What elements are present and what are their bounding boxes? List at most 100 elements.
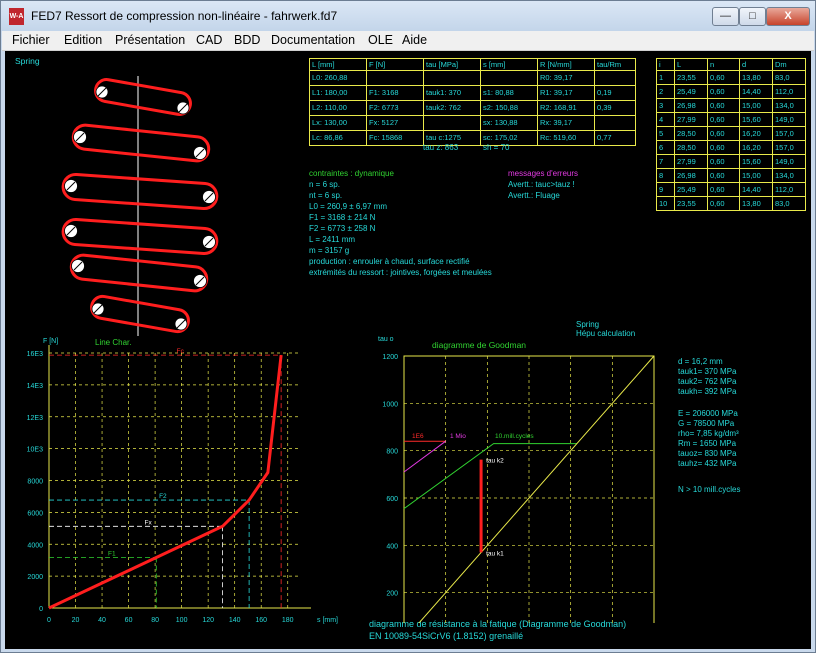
goodman-info-line: rho= 7,85 kg/dm³	[678, 429, 739, 438]
table-cell: 0,60	[707, 168, 740, 183]
y-tick-label: 0	[39, 606, 43, 613]
y-tick-label: 200	[386, 591, 398, 598]
table-cell: 2	[656, 84, 675, 99]
table-cell	[423, 115, 481, 131]
title-bar[interactable]: W-A FED7 Ressort de compression non-liné…	[1, 1, 815, 31]
header-r: R [N/mm]	[537, 58, 595, 71]
menu-presentation[interactable]: Présentation	[115, 33, 185, 47]
x-tick-label: 180	[282, 617, 294, 624]
header-f: F [N]	[366, 58, 424, 71]
goodman-info-line: taukh= 392 MPa	[678, 387, 737, 396]
table-cell	[423, 70, 481, 86]
menu-aide[interactable]: Aide	[402, 33, 427, 47]
info-line: extrémités du ressort : jointives, forgé…	[309, 268, 492, 277]
header-tau: tau [MPa]	[423, 58, 481, 71]
table-cell: 10	[656, 196, 675, 211]
marker-label: tau k2	[486, 458, 504, 465]
menu-bdd[interactable]: BDD	[234, 33, 260, 47]
menu-fichier[interactable]: Fichier	[12, 33, 50, 47]
table-cell: 134,0	[772, 98, 806, 113]
table-cell: 112,0	[772, 84, 806, 99]
table-cell: 26,98	[674, 98, 708, 113]
error-message: Avertt.: tauc>tauz !	[508, 180, 575, 189]
table-row: Lc: 86,86 Fc: 15868 tau c:1275 sc: 175,0…	[309, 130, 636, 146]
table-cell: 0,60	[707, 154, 740, 169]
table-cell: 4	[656, 112, 675, 127]
table-cell: R0: 39,17	[537, 70, 595, 86]
table-cell: 0,60	[707, 196, 740, 211]
minimize-button[interactable]: —	[712, 7, 739, 26]
drawing-canvas[interactable]: Spring L [mm] F [N] tau [MPa] s [mm] R […	[5, 51, 811, 649]
info-line: contraintes : dynamique	[309, 169, 394, 178]
table-cell: 0,60	[707, 182, 740, 197]
x-tick-label: 0	[47, 617, 51, 624]
table-cell: 149,0	[772, 112, 806, 127]
table-cell: 0,39	[594, 100, 636, 116]
x-tick-label: 40	[98, 617, 106, 624]
y-tick-label: 1200	[382, 354, 398, 361]
x-axis-label: s [mm]	[317, 617, 338, 624]
table-cell: s1: 80,88	[480, 85, 538, 101]
table-row: L1: 180,00 F1: 3168 tauk1: 370 s1: 80,88…	[309, 85, 636, 101]
series-label: 10.mill.cycles	[495, 433, 534, 440]
chart-title: diagramme de Goodman	[432, 340, 526, 350]
table-cell: 3	[656, 98, 675, 113]
coils-table: i L n d Dm 1 23,55 0,60 13,80 83,0 2 25,49 0,6…	[656, 58, 806, 211]
table-cell: 15,00	[739, 98, 773, 113]
table-cell: 134,0	[772, 168, 806, 183]
table-cell: 8	[656, 168, 675, 183]
table-cell: Rc: 519,60	[537, 130, 595, 146]
menu-edition[interactable]: Edition	[64, 33, 102, 47]
spring-characteristic-chart: 0 20 40 60 80 100 120 140 160 180 0 2000 4000 6000 800…	[27, 338, 338, 624]
table-cell: 26,98	[674, 168, 708, 183]
table-cell: 0,60	[707, 140, 740, 155]
y-tick-label: 1000	[382, 401, 398, 408]
table-cell: 0,60	[707, 126, 740, 141]
table-row: 7 27,99 0,60 15,60 149,0	[656, 154, 806, 169]
table-row: 2 25,49 0,60 14,40 112,0	[656, 84, 806, 99]
info-line: F2 = 6773 ± 258 N	[309, 224, 376, 233]
y-tick-label: 16E3	[27, 351, 43, 358]
menu-ole[interactable]: OLE	[368, 33, 393, 47]
table-cell: L0: 260,88	[309, 70, 367, 86]
table-row: 6 28,50 0,60 16,20 157,0	[656, 140, 806, 155]
table-cell: L2: 110,00	[309, 100, 367, 116]
spring-drawing	[61, 76, 219, 336]
table-cell: 23,55	[674, 196, 708, 211]
table-row: L0: 260,88 R0: 39,17	[309, 70, 636, 86]
reference-label: F2	[159, 493, 167, 500]
series-label: 1 Mio	[450, 433, 466, 440]
goodman-info-line: tauoz= 830 MPa	[678, 449, 737, 458]
table-cell: R2: 168,91	[537, 100, 595, 116]
menu-documentation[interactable]: Documentation	[271, 33, 355, 47]
x-tick-label: 20	[72, 617, 80, 624]
x-tick-label: 60	[125, 617, 133, 624]
error-message: Avertt.: Fluage	[508, 191, 560, 200]
table-cell: 13,80	[739, 196, 773, 211]
table-row: 10 23,55 0,60 13,80 83,0	[656, 196, 806, 211]
header-n: n	[707, 58, 740, 71]
goodman-info-line: tauhz= 432 MPa	[678, 459, 737, 468]
table-cell: 0,60	[707, 98, 740, 113]
close-button[interactable]: X	[766, 7, 810, 26]
spring-view-label: Spring	[15, 56, 40, 66]
window-title: FED7 Ressort de compression non-linéaire…	[31, 9, 338, 23]
app-logo-icon[interactable]: W-A	[9, 8, 24, 25]
table-cell: 112,0	[772, 182, 806, 197]
table-row: 1 23,55 0,60 13,80 83,0	[656, 70, 806, 85]
table-cell: 16,20	[739, 126, 773, 141]
y-tick-label: 400	[386, 543, 398, 550]
x-tick-label: 160	[255, 617, 267, 624]
header-dm: Dm	[772, 58, 806, 71]
info-line: nt = 6 sp.	[309, 191, 343, 200]
table-cell: 0,60	[707, 112, 740, 127]
table-cell: 15,00	[739, 168, 773, 183]
info-line: m = 3157 g	[309, 246, 350, 255]
results-table: L [mm] F [N] tau [MPa] s [mm] R [N/mm] t…	[309, 58, 636, 146]
maximize-button[interactable]: □	[739, 7, 766, 26]
goodman-info-line: N > 10 mill.cycles	[678, 485, 741, 494]
table-cell: 83,0	[772, 196, 806, 211]
menu-cad[interactable]: CAD	[196, 33, 222, 47]
table-cell: tauk2: 762	[423, 100, 481, 116]
table-cell: 83,0	[772, 70, 806, 85]
